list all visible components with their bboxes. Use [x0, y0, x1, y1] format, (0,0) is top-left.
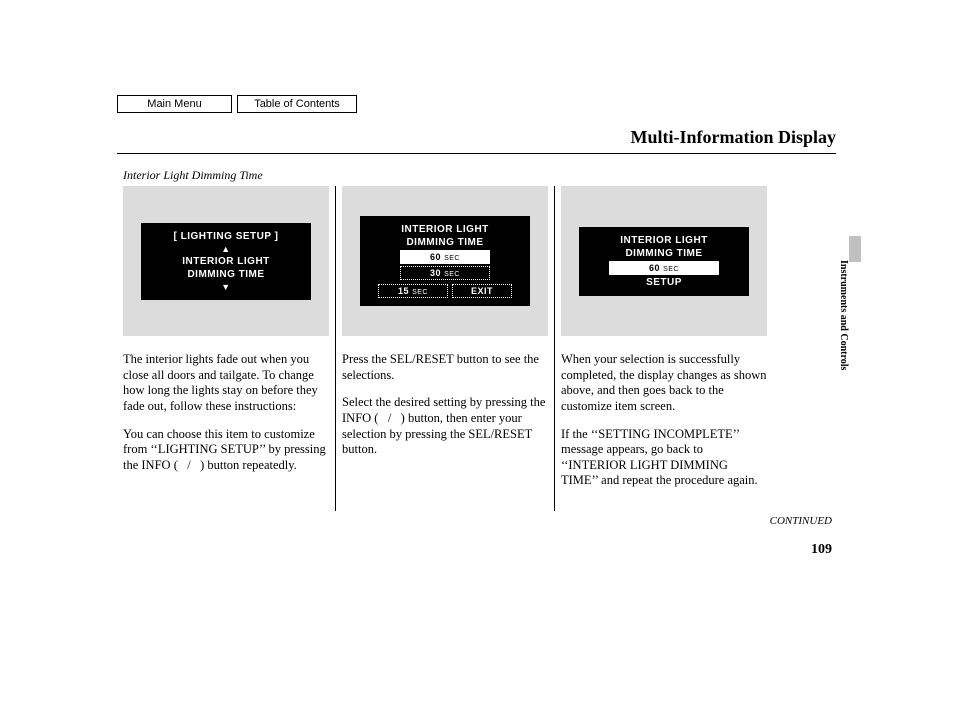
lcd-option-15: 15 SEC [378, 284, 448, 298]
lcd-option-60: 60 SEC [400, 250, 490, 264]
paragraph: The interior lights fade out when you cl… [123, 352, 329, 415]
column-2: INTERIOR LIGHT DIMMING TIME 60 SEC 30 SE… [336, 186, 554, 511]
paragraph: Press the SEL/RESET button to see the se… [342, 352, 548, 383]
lcd-line: DIMMING TIME [587, 248, 741, 259]
paragraph: When your selection is successfully comp… [561, 352, 767, 415]
lcd-exit: EXIT [452, 284, 512, 298]
side-section-label: Instruments and Controls [838, 260, 849, 370]
lcd-line: INTERIOR LIGHT [368, 224, 522, 235]
down-arrow-icon: ▼ [149, 282, 303, 292]
lcd-setup: SETUP [587, 277, 741, 288]
side-tab [849, 236, 861, 262]
screen-illustration-1: [ LIGHTING SETUP ] ▲ INTERIOR LIGHT DIMM… [123, 186, 329, 336]
lcd-screen-3: INTERIOR LIGHT DIMMING TIME 60 SEC SETUP [579, 227, 749, 296]
nav-buttons: Main Menu Table of Contents [117, 95, 357, 113]
screen-illustration-2: INTERIOR LIGHT DIMMING TIME 60 SEC 30 SE… [342, 186, 548, 336]
section-heading: Interior Light Dimming Time [123, 168, 263, 183]
lcd-option-30: 30 SEC [400, 266, 490, 280]
lcd-line: INTERIOR LIGHT [149, 256, 303, 267]
column-3-text: When your selection is successfully comp… [561, 352, 767, 489]
lcd-option-selected: 60 SEC [609, 261, 719, 275]
paragraph: You can choose this item to customize fr… [123, 427, 329, 474]
lcd-bottom-row: 15 SEC EXIT [368, 282, 522, 300]
lcd-screen-2: INTERIOR LIGHT DIMMING TIME 60 SEC 30 SE… [360, 216, 530, 306]
screen-illustration-3: INTERIOR LIGHT DIMMING TIME 60 SEC SETUP [561, 186, 767, 336]
lcd-line: INTERIOR LIGHT [587, 235, 741, 246]
lcd-header: [ LIGHTING SETUP ] [149, 231, 303, 242]
continued-label: CONTINUED [770, 515, 832, 527]
column-1: [ LIGHTING SETUP ] ▲ INTERIOR LIGHT DIMM… [117, 186, 335, 511]
toc-button[interactable]: Table of Contents [237, 95, 357, 113]
content-columns: [ LIGHTING SETUP ] ▲ INTERIOR LIGHT DIMM… [117, 186, 773, 511]
lcd-line: DIMMING TIME [368, 237, 522, 248]
page-title: Multi-Information Display [630, 127, 836, 148]
title-rule [117, 153, 836, 154]
paragraph: Select the desired setting by pressing t… [342, 395, 548, 458]
column-2-text: Press the SEL/RESET button to see the se… [342, 352, 548, 458]
up-arrow-icon: ▲ [149, 244, 303, 254]
lcd-screen-1: [ LIGHTING SETUP ] ▲ INTERIOR LIGHT DIMM… [141, 223, 311, 300]
lcd-line: DIMMING TIME [149, 269, 303, 280]
page-number: 109 [811, 542, 832, 558]
column-1-text: The interior lights fade out when you cl… [123, 352, 329, 473]
main-menu-button[interactable]: Main Menu [117, 95, 232, 113]
column-3: INTERIOR LIGHT DIMMING TIME 60 SEC SETUP… [555, 186, 773, 511]
paragraph: If the ‘‘SETTING INCOMPLETE’’ message ap… [561, 427, 767, 490]
